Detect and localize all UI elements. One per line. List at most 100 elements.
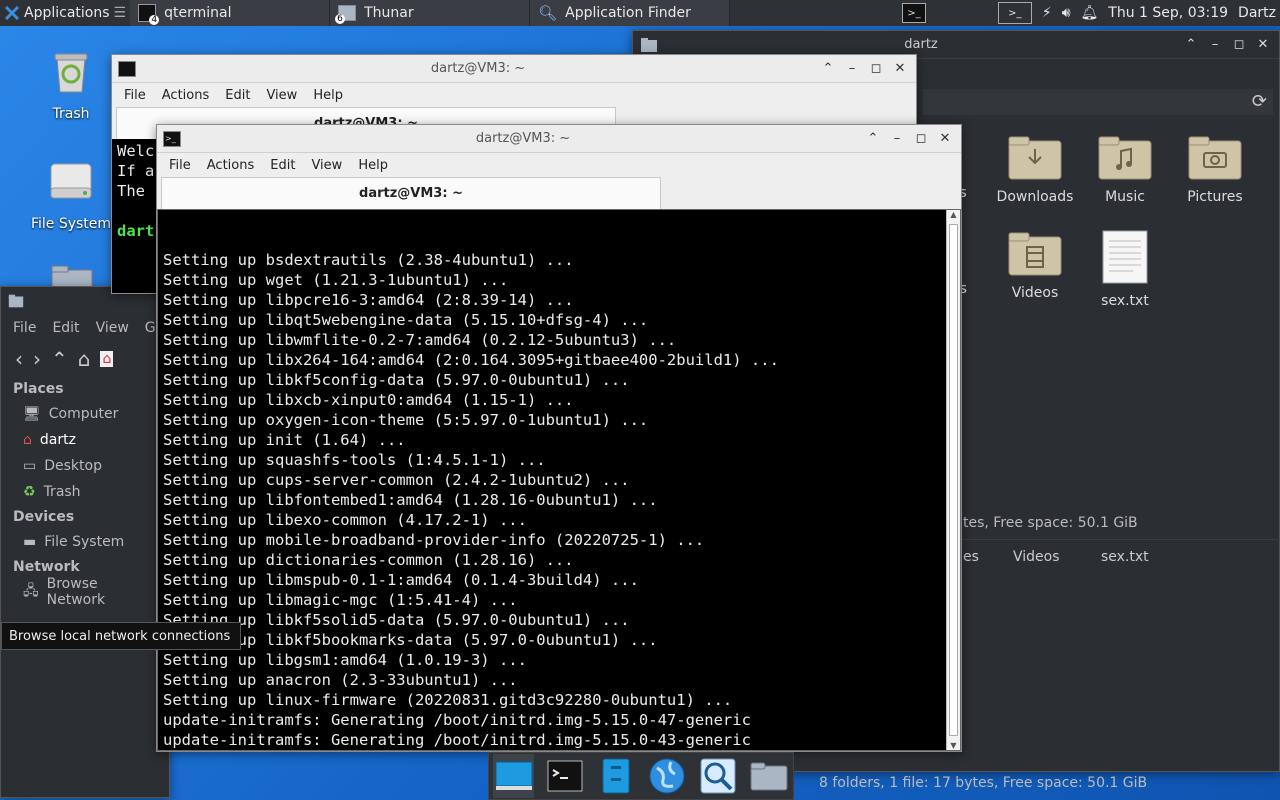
shade-button[interactable]: – [889,131,905,147]
network-icon[interactable]: ⚡︎ [1042,5,1052,21]
menu-actions[interactable]: Actions [207,158,255,173]
maximize-button[interactable]: ◻ [1231,37,1247,53]
menu-file[interactable]: File [13,320,36,336]
text-file-icon [1102,230,1148,284]
scrollbar[interactable]: ▲ ▼ [946,210,960,750]
terminal-line: Setting up libkf5config-data (5.97.0-0ub… [163,371,630,389]
task-label: qterminal [164,5,232,21]
terminal-line: Setting up libmagic-mgc (1:5.41-4) ... [163,591,518,609]
clock[interactable]: Thu 1 Sep, 03:19 [1108,5,1228,21]
dock-home-folder[interactable] [748,754,789,798]
menu-help[interactable]: Help [358,158,388,173]
side-item-dartz[interactable]: ⌂ dartz [1,427,169,453]
menu-go[interactable]: G [145,320,156,336]
folder-videos[interactable]: Videos [990,229,1080,301]
scroll-up-arrow[interactable]: ▲ [947,210,960,219]
volume-icon[interactable]: 🔊︎ [1062,5,1071,21]
shade-button[interactable]: – [844,61,860,77]
side-pane: Places 🖥︎ Computer ⌂ dartz ▭ Desktop ♻︎ Tras… [1,377,169,608]
scroll-down-arrow[interactable]: ▼ [947,741,960,750]
desktop-icon-file-system[interactable]: File System [21,158,121,232]
terminal-line: Setting up cups-server-common (2.4.2-1ub… [163,471,630,489]
folder-downloads[interactable]: Downloads [990,133,1080,205]
terminal-line: Setting up init (1.64) ... [163,431,406,449]
terminal-area[interactable]: Setting up bsdextrautils (2.38-4ubuntu1)… [157,209,961,751]
folder-music[interactable]: Music [1080,133,1170,205]
minimize-button[interactable]: ⌃ [1183,37,1199,53]
shade-button[interactable]: – [1207,37,1223,53]
terminal-line: Setting up libmspub-0.1-1:amd64 (0.1.4-3… [163,571,639,589]
close-button[interactable]: ✕ [937,131,953,147]
divider [923,539,1280,540]
desktop-icon [495,761,532,790]
side-item-trash[interactable]: ♻︎ Trash [1,479,169,505]
minimize-button[interactable]: ⌃ [820,61,836,77]
task-qterminal[interactable]: 4 qterminal [130,0,331,26]
folder-pictures[interactable]: Pictures [1170,133,1260,205]
maximize-button[interactable]: ◻ [868,61,884,77]
terminal-launcher-icon[interactable]: >_ [902,3,926,23]
side-item-browse-network[interactable]: 🖧︎ Browse Network [1,576,169,608]
back-icon[interactable]: ‹ [15,347,23,371]
titlebar[interactable]: >_ dartz@VM3: ~ ⌃ – ◻ ✕ [157,125,961,153]
trash-icon [54,53,88,93]
menu-help[interactable]: Help [313,88,343,103]
terminal-window-front[interactable]: >_ dartz@VM3: ~ ⌃ – ◻ ✕ File Actions Edi… [156,124,962,752]
home-path-button[interactable]: ⌂ [100,351,114,367]
workspace-switcher-icon[interactable]: >_ [997,2,1032,24]
task-label: Application Finder [565,5,691,21]
magnifier-icon: 🔍︎ [538,4,558,22]
menu-edit[interactable]: Edit [52,320,79,336]
file-item-label: Music [1105,189,1145,205]
task-application-finder[interactable]: 🔍︎ Application Finder [530,0,731,26]
side-item-desktop[interactable]: ▭ Desktop [1,453,169,479]
terminal-line: Setting up libkf5solid5-data (5.97.0-0ub… [163,611,630,629]
scrollbar-thumb[interactable] [949,224,958,736]
side-item-file-system[interactable]: ▬ File System [1,529,169,555]
dock-web-browser[interactable] [646,754,687,798]
file-item-label[interactable]: es [963,549,979,565]
side-item-computer[interactable]: 🖥︎ Computer [1,401,169,427]
dock-terminal[interactable] [544,754,585,798]
menu-file[interactable]: File [169,158,191,173]
menu-file[interactable]: File [124,88,146,103]
maximize-button[interactable]: ◻ [913,131,929,147]
forward-icon[interactable]: › [33,347,41,371]
dock-app-finder[interactable] [697,754,738,798]
titlebar[interactable]: dartz@VM3: ~ ⌃ – ◻ ✕ [112,55,916,83]
dock-file-manager[interactable] [595,754,636,798]
file-sex-txt[interactable]: sex.txt [1080,229,1170,309]
minimize-button[interactable]: ⌃ [865,131,881,147]
applications-menu-button[interactable]: Applications ☰ [0,0,130,26]
user-menu[interactable]: Dartz [1238,5,1276,21]
up-icon[interactable]: ⌃ [51,347,68,371]
window-title: dartz@VM3: ~ [430,61,526,76]
home-icon[interactable]: ⌂ [78,347,91,371]
file-item-label[interactable]: sex.txt [1101,549,1149,565]
dock-show-desktop[interactable] [493,754,534,798]
menu-view[interactable]: View [311,158,342,173]
tab-terminal[interactable]: dartz@VM3: ~ [161,177,661,209]
terminal-line: Setting up mobile-broadband-provider-inf… [163,531,705,549]
terminal-line: Setting up libkf5bookmarks-data (5.97.0-… [163,631,658,649]
terminal-output[interactable]: Setting up bsdextrautils (2.38-4ubuntu1)… [163,210,943,750]
reload-icon[interactable]: ⟳ [1252,91,1267,112]
notification-bell-icon[interactable]: 🔔︎ [1081,5,1099,21]
close-button[interactable]: ✕ [1255,37,1271,53]
terminal-line: update-initramfs: Generating /boot/initr… [163,731,751,749]
desktop-icon-trash[interactable]: Trash [21,48,121,122]
thunar-window-left[interactable]: File Edit View G ‹ › ⌃ ⌂ ⌂ Places 🖥︎ Comp… [0,286,170,798]
file-item-label[interactable]: Videos [1013,549,1060,565]
menu-view[interactable]: View [266,88,297,103]
menu-actions[interactable]: Actions [162,88,210,103]
task-thunar[interactable]: 6 Thunar [330,0,531,26]
close-button[interactable]: ✕ [892,61,908,77]
menu-edit[interactable]: Edit [225,88,250,103]
menu-view[interactable]: View [96,320,129,336]
terminal-icon: 4 [138,4,160,25]
menu-edit[interactable]: Edit [270,158,295,173]
computer-icon: 🖥︎ [23,406,41,422]
location-bar[interactable]: ⟳ [923,89,1273,115]
home-icon: ⌂ [23,432,32,448]
music-folder-icon [1098,136,1152,180]
